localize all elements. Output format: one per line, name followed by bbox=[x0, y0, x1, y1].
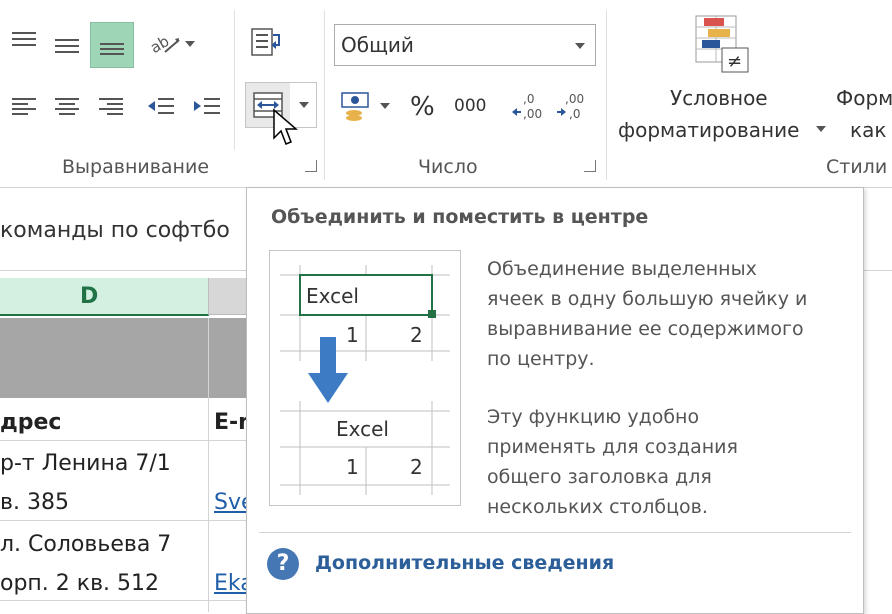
tooltip-usage: Эту функцию удобно применять для создани… bbox=[487, 402, 738, 522]
separator bbox=[606, 10, 607, 180]
description-line: Объединение выделенных bbox=[487, 258, 757, 280]
accounting-format-button[interactable] bbox=[336, 86, 394, 126]
text-orientation-icon: ab bbox=[147, 32, 180, 57]
conditional-formatting-button[interactable]: ≠ Условное форматирование bbox=[616, 14, 826, 144]
separator bbox=[234, 10, 235, 150]
chevron-down-icon bbox=[380, 103, 390, 109]
number-format-value: Общий bbox=[341, 33, 414, 57]
number-group-label: Число bbox=[418, 156, 478, 178]
comma-style-button[interactable]: 000 bbox=[454, 96, 486, 116]
description-line: выравнивание ее содержимого bbox=[487, 318, 804, 340]
cell-d-header[interactable]: дрес bbox=[0, 410, 61, 435]
cell-d-row3[interactable]: в. 385 bbox=[0, 490, 69, 515]
tooltip-description: Объединение выделенных ячеек в одну боль… bbox=[487, 254, 807, 374]
format-as-table-button[interactable]: Форм как bbox=[836, 86, 892, 146]
separator bbox=[324, 10, 325, 180]
svg-text:,00: ,00 bbox=[523, 107, 542, 121]
row-divider bbox=[0, 600, 270, 601]
align-right-button[interactable] bbox=[92, 90, 130, 122]
decrease-decimal-button[interactable]: ,00 ,0 bbox=[554, 88, 590, 124]
format-as-table-label-1: Форм bbox=[836, 86, 892, 110]
increase-decimal-icon: ,0 ,00 bbox=[512, 92, 542, 121]
bottom-align-icon bbox=[100, 43, 124, 55]
preview-after-num1: 1 bbox=[346, 455, 359, 479]
merge-preview-illustration: Excel 1 2 Excel 1 2 bbox=[269, 250, 461, 506]
preview-before-num2: 2 bbox=[410, 323, 423, 347]
usage-line: применять для создания bbox=[487, 436, 738, 458]
merge-diagram bbox=[280, 265, 450, 495]
description-line: ячеек в одну большую ячейку и bbox=[487, 288, 808, 310]
cell-d-row5[interactable]: орп. 2 кв. 512 bbox=[0, 571, 159, 596]
alignment-group-label: Выравнивание bbox=[62, 156, 210, 178]
accounting-format-icon bbox=[341, 92, 369, 121]
preview-before-text: Excel bbox=[306, 284, 359, 308]
align-left-button[interactable] bbox=[6, 90, 42, 122]
usage-line: нескольких столбцов. bbox=[487, 496, 708, 518]
svg-text:,00: ,00 bbox=[565, 92, 584, 106]
row-divider bbox=[0, 440, 270, 441]
top-align-button[interactable] bbox=[6, 22, 42, 58]
svg-text:≠: ≠ bbox=[727, 51, 742, 72]
orientation-button[interactable]: ab bbox=[142, 26, 200, 62]
description-line: по центру. bbox=[487, 348, 595, 370]
align-center-icon bbox=[55, 98, 79, 115]
format-as-table-label-2: как bbox=[850, 118, 887, 142]
svg-text:,0: ,0 bbox=[569, 107, 580, 121]
cell-d-row4[interactable]: л. Соловьева 7 bbox=[0, 532, 171, 557]
conditional-formatting-label-1: Условное bbox=[670, 86, 768, 110]
align-left-icon bbox=[12, 98, 36, 115]
percent-style-button[interactable]: % bbox=[410, 92, 435, 122]
tooltip-title: Объединить и поместить в центре bbox=[271, 206, 649, 228]
align-right-icon bbox=[99, 98, 123, 115]
chevron-down-icon bbox=[575, 43, 585, 49]
wrap-text-button[interactable] bbox=[244, 22, 288, 62]
row-divider bbox=[0, 520, 270, 521]
cell-d-row2[interactable]: р-т Ленина 7/1 bbox=[0, 451, 171, 476]
preview-before-num1: 1 bbox=[346, 323, 359, 347]
chevron-down-icon bbox=[185, 41, 195, 47]
column-header-d-label: D bbox=[80, 284, 99, 309]
increase-indent-button[interactable] bbox=[188, 90, 226, 122]
increase-indent-icon bbox=[194, 98, 220, 114]
preview-after-text: Excel bbox=[336, 417, 389, 441]
ribbon: ab Выравнивание Общий % 000 ,0 ,00 ,00 ,… bbox=[0, 0, 892, 188]
bottom-align-button[interactable] bbox=[90, 22, 134, 68]
tooltip-divider bbox=[259, 532, 851, 533]
top-align-icon bbox=[12, 32, 36, 46]
mouse-cursor-icon bbox=[273, 108, 299, 145]
align-center-button[interactable] bbox=[48, 90, 86, 122]
more-info-label: Дополнительные сведения bbox=[315, 552, 615, 574]
merge-center-tooltip: Объединить и поместить в центре Excel 1 … bbox=[246, 187, 864, 614]
header-band-d bbox=[0, 318, 208, 398]
wrap-text-icon bbox=[251, 28, 280, 56]
more-info-link[interactable]: ? Дополнительные сведения bbox=[267, 548, 667, 584]
styles-group-label: Стили bbox=[826, 156, 888, 178]
number-dialog-launcher-icon[interactable] bbox=[584, 160, 596, 172]
chevron-down-icon bbox=[816, 126, 826, 132]
svg-text:,0: ,0 bbox=[523, 92, 534, 106]
alignment-dialog-launcher-icon[interactable] bbox=[305, 160, 317, 172]
help-icon: ? bbox=[267, 548, 299, 580]
column-divider bbox=[208, 318, 209, 612]
conditional-formatting-icon: ≠ bbox=[695, 15, 749, 73]
increase-decimal-button[interactable]: ,0 ,00 bbox=[510, 88, 546, 124]
column-header-d[interactable]: D bbox=[0, 278, 209, 316]
usage-line: общего заголовка для bbox=[487, 466, 712, 488]
svg-text:ab: ab bbox=[147, 32, 172, 57]
middle-align-icon bbox=[55, 39, 79, 53]
decrease-indent-button[interactable] bbox=[142, 90, 180, 122]
formula-bar-content: команды по софтбо bbox=[0, 218, 230, 243]
preview-after-num2: 2 bbox=[410, 455, 423, 479]
decrease-indent-icon bbox=[148, 98, 174, 114]
number-format-select[interactable]: Общий bbox=[334, 24, 596, 66]
usage-line: Эту функцию удобно bbox=[487, 406, 700, 428]
decrease-decimal-icon: ,00 ,0 bbox=[557, 92, 584, 121]
middle-align-button[interactable] bbox=[48, 26, 86, 62]
conditional-formatting-label-2: форматирование bbox=[618, 118, 800, 142]
